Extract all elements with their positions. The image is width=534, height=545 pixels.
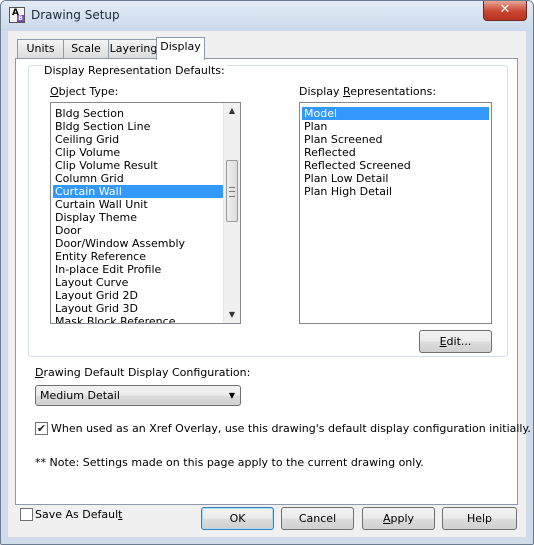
representation-items: Model Plan Plan Screened Reflected Reflected… xyxy=(302,107,489,198)
list-item[interactable]: Mask Block Reference xyxy=(53,315,224,323)
chevron-down-icon: ▼ xyxy=(228,391,235,400)
app-icon: AB xyxy=(9,7,25,23)
object-type-label: Object Type: xyxy=(50,85,119,98)
edit-button[interactable]: Edit... xyxy=(419,330,492,353)
scroll-down-arrow-icon[interactable]: ▼ xyxy=(224,307,240,323)
list-item[interactable]: Layout Curve xyxy=(53,276,224,289)
object-type-list[interactable]: Bldg Section Bldg Section Line Ceiling Gri… xyxy=(50,102,241,324)
save-as-default-checkbox[interactable] xyxy=(20,508,33,521)
drawing-setup-dialog: AB Drawing Setup ✕ Units Scale Layering … xyxy=(0,0,534,545)
group-label: Display Representation Defaults: xyxy=(42,64,227,77)
xref-overlay-checkbox[interactable]: ✔ xyxy=(35,422,48,435)
list-item[interactable]: Layout Grid 2D xyxy=(53,289,224,302)
list-item[interactable]: Reflected Screened xyxy=(302,159,489,172)
list-item[interactable]: Plan xyxy=(302,120,489,133)
list-item[interactable]: Layout Grid 3D xyxy=(53,302,224,315)
settings-note: ** Note: Settings made on this page appl… xyxy=(35,456,424,469)
tab-units[interactable]: Units xyxy=(17,39,64,58)
display-configuration-value: Medium Detail xyxy=(40,389,120,402)
list-item[interactable]: Door xyxy=(53,224,224,237)
list-item[interactable]: In-place Edit Profile xyxy=(53,263,224,276)
list-item[interactable]: Entity Reference xyxy=(53,250,224,263)
display-configuration-select[interactable]: Medium Detail ▼ xyxy=(35,385,241,406)
dialog-client: Units Scale Layering Display Display Rep… xyxy=(8,31,531,537)
list-item[interactable]: Bldg Section xyxy=(53,107,224,120)
list-item[interactable]: Door/Window Assembly xyxy=(53,237,224,250)
list-item[interactable]: Column Grid xyxy=(53,172,224,185)
list-item[interactable]: Display Theme xyxy=(53,211,224,224)
list-item[interactable]: Ceiling Grid xyxy=(53,133,224,146)
scroll-up-arrow-icon[interactable]: ▲ xyxy=(224,103,240,119)
list-item[interactable]: Reflected xyxy=(302,146,489,159)
list-item[interactable]: Bldg Section Line xyxy=(53,120,224,133)
list-item[interactable]: Plan Low Detail xyxy=(302,172,489,185)
tab-display[interactable]: Display xyxy=(156,37,205,60)
title-bar[interactable]: AB Drawing Setup ✕ xyxy=(1,1,533,31)
close-button[interactable]: ✕ xyxy=(483,1,527,21)
xref-overlay-label: When used as an Xref Overlay, use this d… xyxy=(51,422,531,435)
save-as-default-label: Save As Default xyxy=(35,508,123,521)
tab-scale[interactable]: Scale xyxy=(63,39,109,58)
checkmark-icon: ✔ xyxy=(36,422,47,435)
display-representations-list[interactable]: Model Plan Plan Screened Reflected Reflected… xyxy=(299,102,492,324)
list-item[interactable]: Model xyxy=(302,107,489,120)
list-item[interactable]: Plan Screened xyxy=(302,133,489,146)
grip-icon xyxy=(229,187,235,197)
list-item[interactable]: Plan High Detail xyxy=(302,185,489,198)
list-item[interactable]: Curtain Wall xyxy=(53,185,224,198)
cancel-button[interactable]: Cancel xyxy=(281,507,354,530)
window-title: Drawing Setup xyxy=(31,8,120,22)
display-representations-label: Display Representations: xyxy=(299,85,437,98)
tab-layering[interactable]: Layering xyxy=(108,39,159,58)
object-type-items: Bldg Section Bldg Section Line Ceiling Gri… xyxy=(53,107,224,323)
scrollbar-thumb[interactable] xyxy=(226,160,238,222)
list-item[interactable]: Curtain Wall Unit xyxy=(53,198,224,211)
list-item[interactable]: Clip Volume xyxy=(53,146,224,159)
object-type-scrollbar[interactable]: ▲ ▼ xyxy=(223,103,240,323)
ok-button[interactable]: OK xyxy=(201,507,274,530)
display-configuration-label: Drawing Default Display Configuration: xyxy=(35,366,251,379)
help-button[interactable]: Help xyxy=(442,507,517,530)
apply-button[interactable]: Apply xyxy=(362,507,435,530)
list-item[interactable]: Clip Volume Result xyxy=(53,159,224,172)
